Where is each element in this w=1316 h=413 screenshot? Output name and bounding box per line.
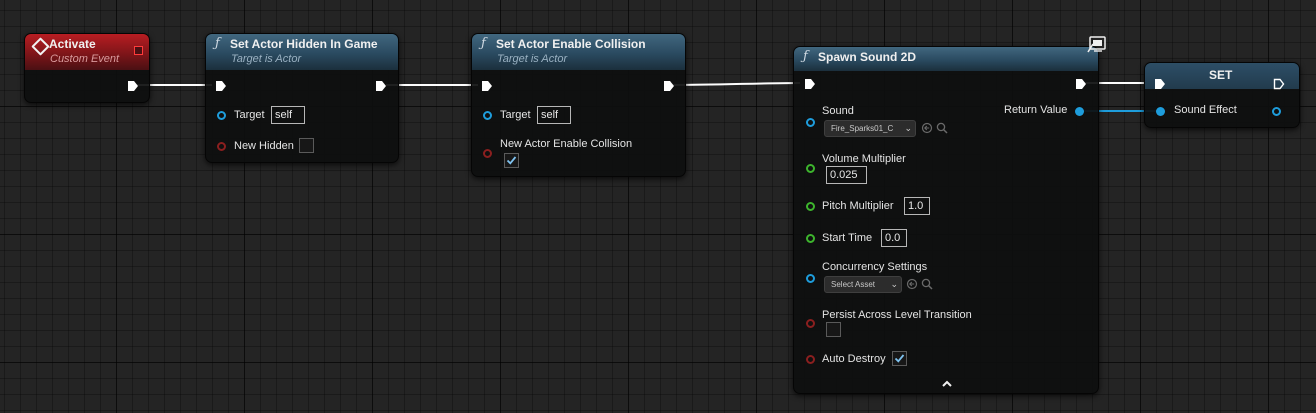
target-label: Target — [500, 109, 531, 121]
delegate-pin-icon[interactable] — [134, 46, 143, 55]
new-actor-enable-collision-checkbox[interactable] — [504, 153, 519, 168]
pitch-multiplier-field[interactable]: 1.0 — [904, 197, 930, 215]
chevron-down-icon: ⌄ — [890, 279, 898, 289]
checkmark-icon — [894, 354, 905, 363]
concurrency-settings-pin[interactable] — [806, 274, 815, 283]
concurrency-asset-dropdown[interactable]: Select Asset ⌄ — [824, 276, 902, 293]
start-time-label: Start Time — [822, 232, 873, 244]
set-variable-node[interactable]: SET Sound Effect — [1144, 62, 1300, 128]
new-actor-enable-collision-label: New Actor Enable Collision — [500, 138, 633, 150]
persist-across-level-transition-pin[interactable] — [806, 319, 815, 328]
sound-effect-label: Sound Effect — [1174, 104, 1237, 116]
checkmark-icon — [506, 156, 517, 165]
target-pin[interactable] — [483, 111, 492, 120]
activate-event-node[interactable]: Activate Custom Event — [24, 33, 150, 103]
sound-asset-dropdown[interactable]: Fire_Sparks01_C ⌄ — [824, 120, 916, 137]
browse-asset-search-icon[interactable] — [921, 278, 933, 290]
auto-destroy-checkbox[interactable] — [892, 351, 907, 366]
volume-multiplier-field[interactable]: 0.025 — [826, 166, 867, 184]
concurrency-settings-label: Concurrency Settings — [822, 261, 928, 273]
return-value-pin[interactable] — [1075, 107, 1084, 116]
volume-multiplier-pin[interactable] — [806, 164, 815, 173]
node-title: SET — [1209, 68, 1233, 82]
sound-effect-out-pin[interactable] — [1272, 107, 1281, 116]
node-subtitle: Target is Actor — [231, 53, 302, 65]
exec-wire-collision-to-spawn — [671, 82, 801, 86]
pitch-multiplier-pin[interactable] — [806, 202, 815, 211]
function-icon: ƒ — [215, 36, 220, 51]
node-title: Set Actor Enable Collision — [496, 37, 646, 51]
auto-destroy-label: Auto Destroy — [822, 353, 886, 365]
sound-pin[interactable] — [806, 118, 815, 127]
exec-out-pin[interactable] — [375, 80, 387, 92]
function-icon: ƒ — [803, 49, 808, 64]
function-icon: ƒ — [481, 36, 486, 51]
exec-out-pin[interactable] — [1273, 78, 1285, 90]
spawn-sound-2d-node[interactable]: ƒ Spawn Sound 2D Sound Fire_Sparks01_C ⌄… — [793, 46, 1099, 394]
pitch-multiplier-label: Pitch Multiplier — [822, 200, 894, 212]
sound-effect-in-pin[interactable] — [1156, 107, 1165, 116]
return-value-label: Return Value — [1004, 104, 1068, 116]
exec-out-pin[interactable] — [663, 80, 675, 92]
set-actor-hidden-node[interactable]: ƒ Set Actor Hidden In Game Target is Act… — [205, 33, 399, 163]
new-hidden-label: New Hidden — [234, 140, 294, 152]
chevron-up-icon[interactable] — [941, 379, 953, 388]
auto-destroy-pin[interactable] — [806, 355, 815, 364]
start-time-pin[interactable] — [806, 234, 815, 243]
volume-multiplier-label: Volume Multiplier — [822, 153, 906, 165]
node-subtitle: Target is Actor — [497, 53, 568, 65]
exec-in-pin[interactable] — [1154, 78, 1166, 90]
exec-in-pin[interactable] — [804, 78, 816, 90]
sound-asset-value: Fire_Sparks01_C — [831, 124, 894, 133]
persist-across-level-transition-checkbox[interactable] — [826, 322, 841, 337]
sound-label: Sound — [822, 105, 854, 117]
exec-out-pin[interactable] — [127, 80, 139, 92]
target-label: Target — [234, 109, 265, 121]
new-hidden-checkbox[interactable] — [299, 138, 314, 153]
start-time-field[interactable]: 0.0 — [881, 229, 907, 247]
target-value-field[interactable]: self — [271, 106, 305, 124]
set-actor-enable-collision-node[interactable]: ƒ Set Actor Enable Collision Target is A… — [471, 33, 686, 177]
target-pin[interactable] — [217, 111, 226, 120]
browse-asset-search-icon[interactable] — [936, 122, 948, 134]
node-title: Spawn Sound 2D — [818, 50, 917, 64]
new-hidden-pin[interactable] — [217, 142, 226, 151]
exec-in-pin[interactable] — [215, 80, 227, 92]
target-value-field[interactable]: self — [537, 106, 571, 124]
concurrency-asset-value: Select Asset — [831, 280, 876, 289]
exec-out-pin[interactable] — [1075, 78, 1087, 90]
node-title: Activate — [49, 37, 96, 51]
use-selected-asset-icon[interactable] — [921, 122, 933, 134]
chevron-down-icon: ⌄ — [904, 123, 912, 133]
monitor-icon — [1087, 36, 1106, 53]
new-actor-enable-collision-pin[interactable] — [483, 149, 492, 158]
node-subtitle: Custom Event — [50, 53, 120, 65]
persist-across-level-transition-label: Persist Across Level Transition — [822, 309, 972, 321]
node-title: Set Actor Hidden In Game — [230, 37, 378, 51]
exec-in-pin[interactable] — [481, 80, 493, 92]
use-selected-asset-icon[interactable] — [906, 278, 918, 290]
